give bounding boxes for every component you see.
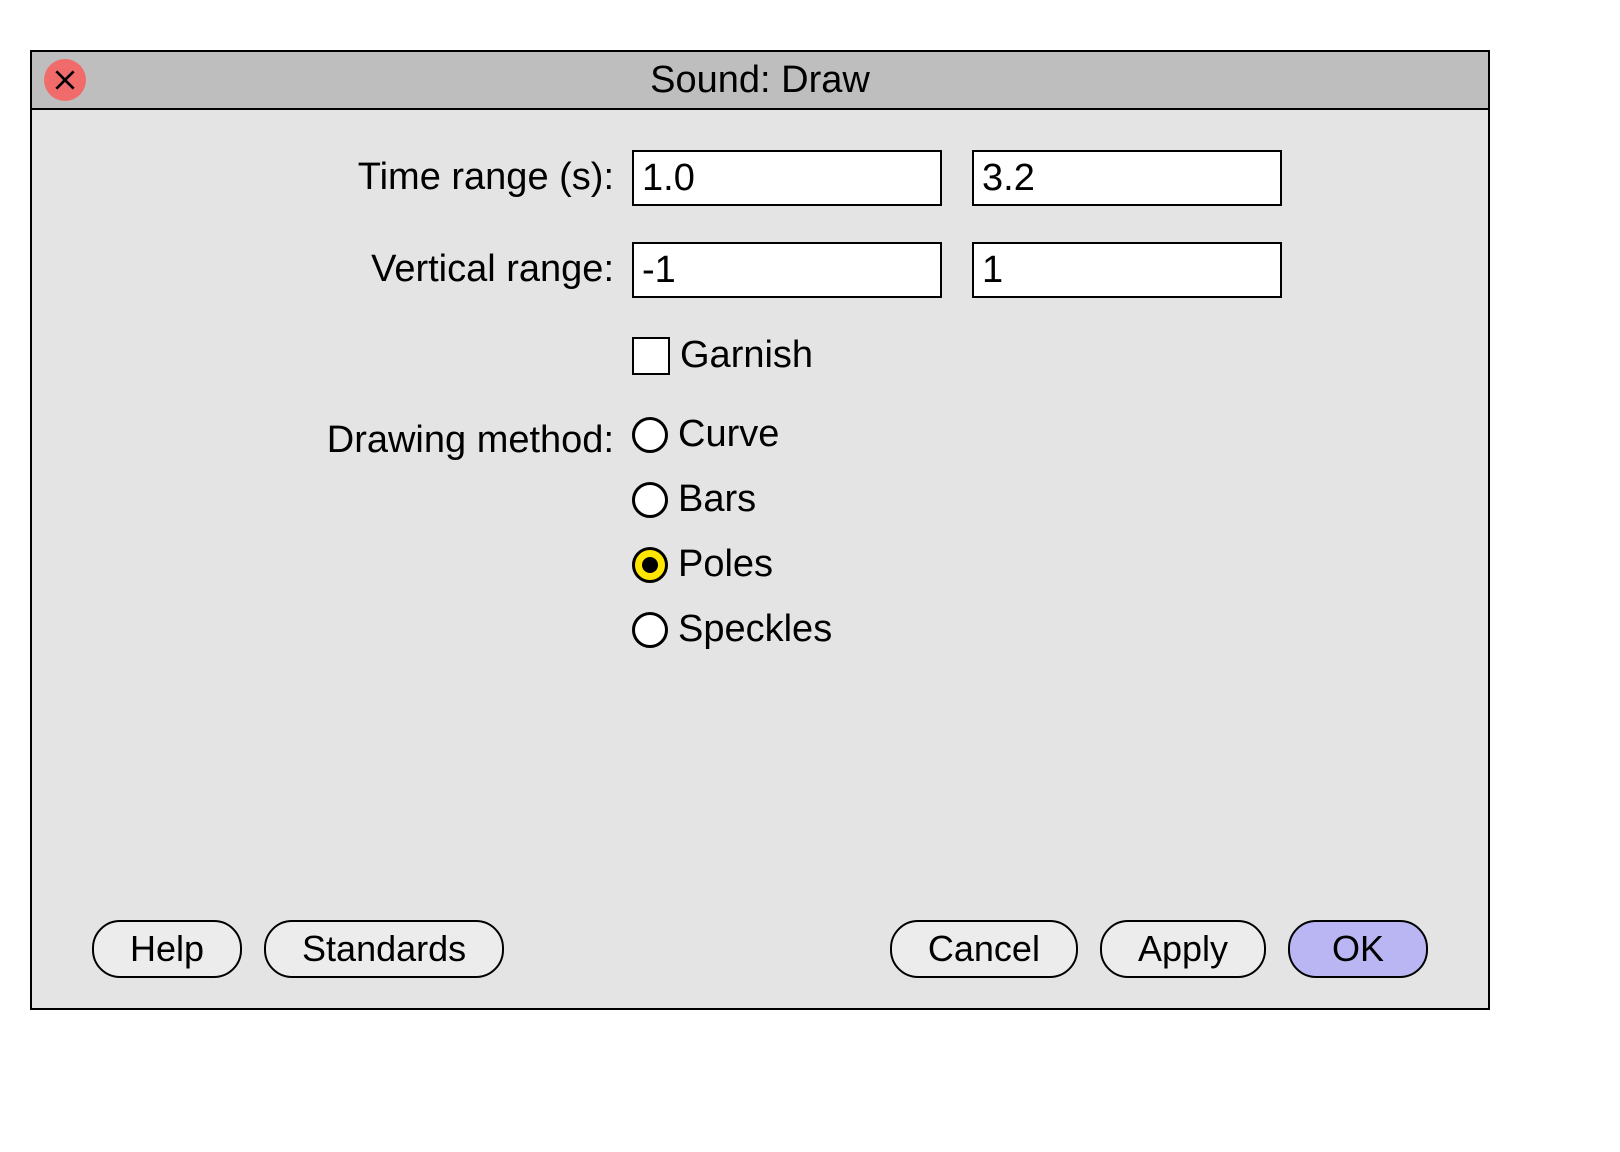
close-icon: [52, 67, 78, 93]
time-range-row: Time range (s):: [92, 150, 1428, 206]
help-button[interactable]: Help: [92, 920, 242, 978]
radio-option-curve[interactable]: Curve: [632, 413, 832, 456]
radio-label: Poles: [678, 543, 773, 586]
time-range-label: Time range (s):: [92, 150, 632, 199]
time-range-from-input[interactable]: [632, 150, 942, 206]
drawing-method-radio-group: Curve Bars Poles Speckles: [632, 413, 832, 651]
dialog-title: Sound: Draw: [32, 59, 1488, 102]
radio-option-bars[interactable]: Bars: [632, 478, 832, 521]
radio-icon: [632, 482, 668, 518]
radio-label: Curve: [678, 413, 779, 456]
garnish-checkbox[interactable]: Garnish: [632, 334, 813, 377]
radio-icon: [632, 612, 668, 648]
vertical-range-to-input[interactable]: [972, 242, 1282, 298]
apply-button[interactable]: Apply: [1100, 920, 1266, 978]
dialog-content: Time range (s): Vertical range:: [32, 110, 1488, 1008]
radio-label: Speckles: [678, 608, 832, 651]
button-bar: Help Standards Cancel Apply OK: [92, 900, 1428, 978]
drawing-method-row: Drawing method: Curve Bars P: [92, 413, 1428, 651]
vertical-range-from-input[interactable]: [632, 242, 942, 298]
radio-option-poles[interactable]: Poles: [632, 543, 832, 586]
garnish-label: Garnish: [680, 334, 813, 377]
cancel-button[interactable]: Cancel: [890, 920, 1078, 978]
drawing-method-label: Drawing method:: [92, 413, 632, 462]
standards-button[interactable]: Standards: [264, 920, 504, 978]
dialog-window: Sound: Draw Time range (s): Vertical ran…: [30, 50, 1490, 1010]
radio-icon: [632, 547, 668, 583]
form-area: Time range (s): Vertical range:: [92, 150, 1428, 900]
radio-icon: [632, 417, 668, 453]
radio-label: Bars: [678, 478, 756, 521]
garnish-row: Garnish: [92, 334, 1428, 377]
checkbox-icon: [632, 337, 670, 375]
vertical-range-label: Vertical range:: [92, 242, 632, 291]
radio-option-speckles[interactable]: Speckles: [632, 608, 832, 651]
vertical-range-row: Vertical range:: [92, 242, 1428, 298]
titlebar: Sound: Draw: [32, 52, 1488, 110]
time-range-to-input[interactable]: [972, 150, 1282, 206]
close-button[interactable]: [44, 59, 86, 101]
ok-button[interactable]: OK: [1288, 920, 1428, 978]
